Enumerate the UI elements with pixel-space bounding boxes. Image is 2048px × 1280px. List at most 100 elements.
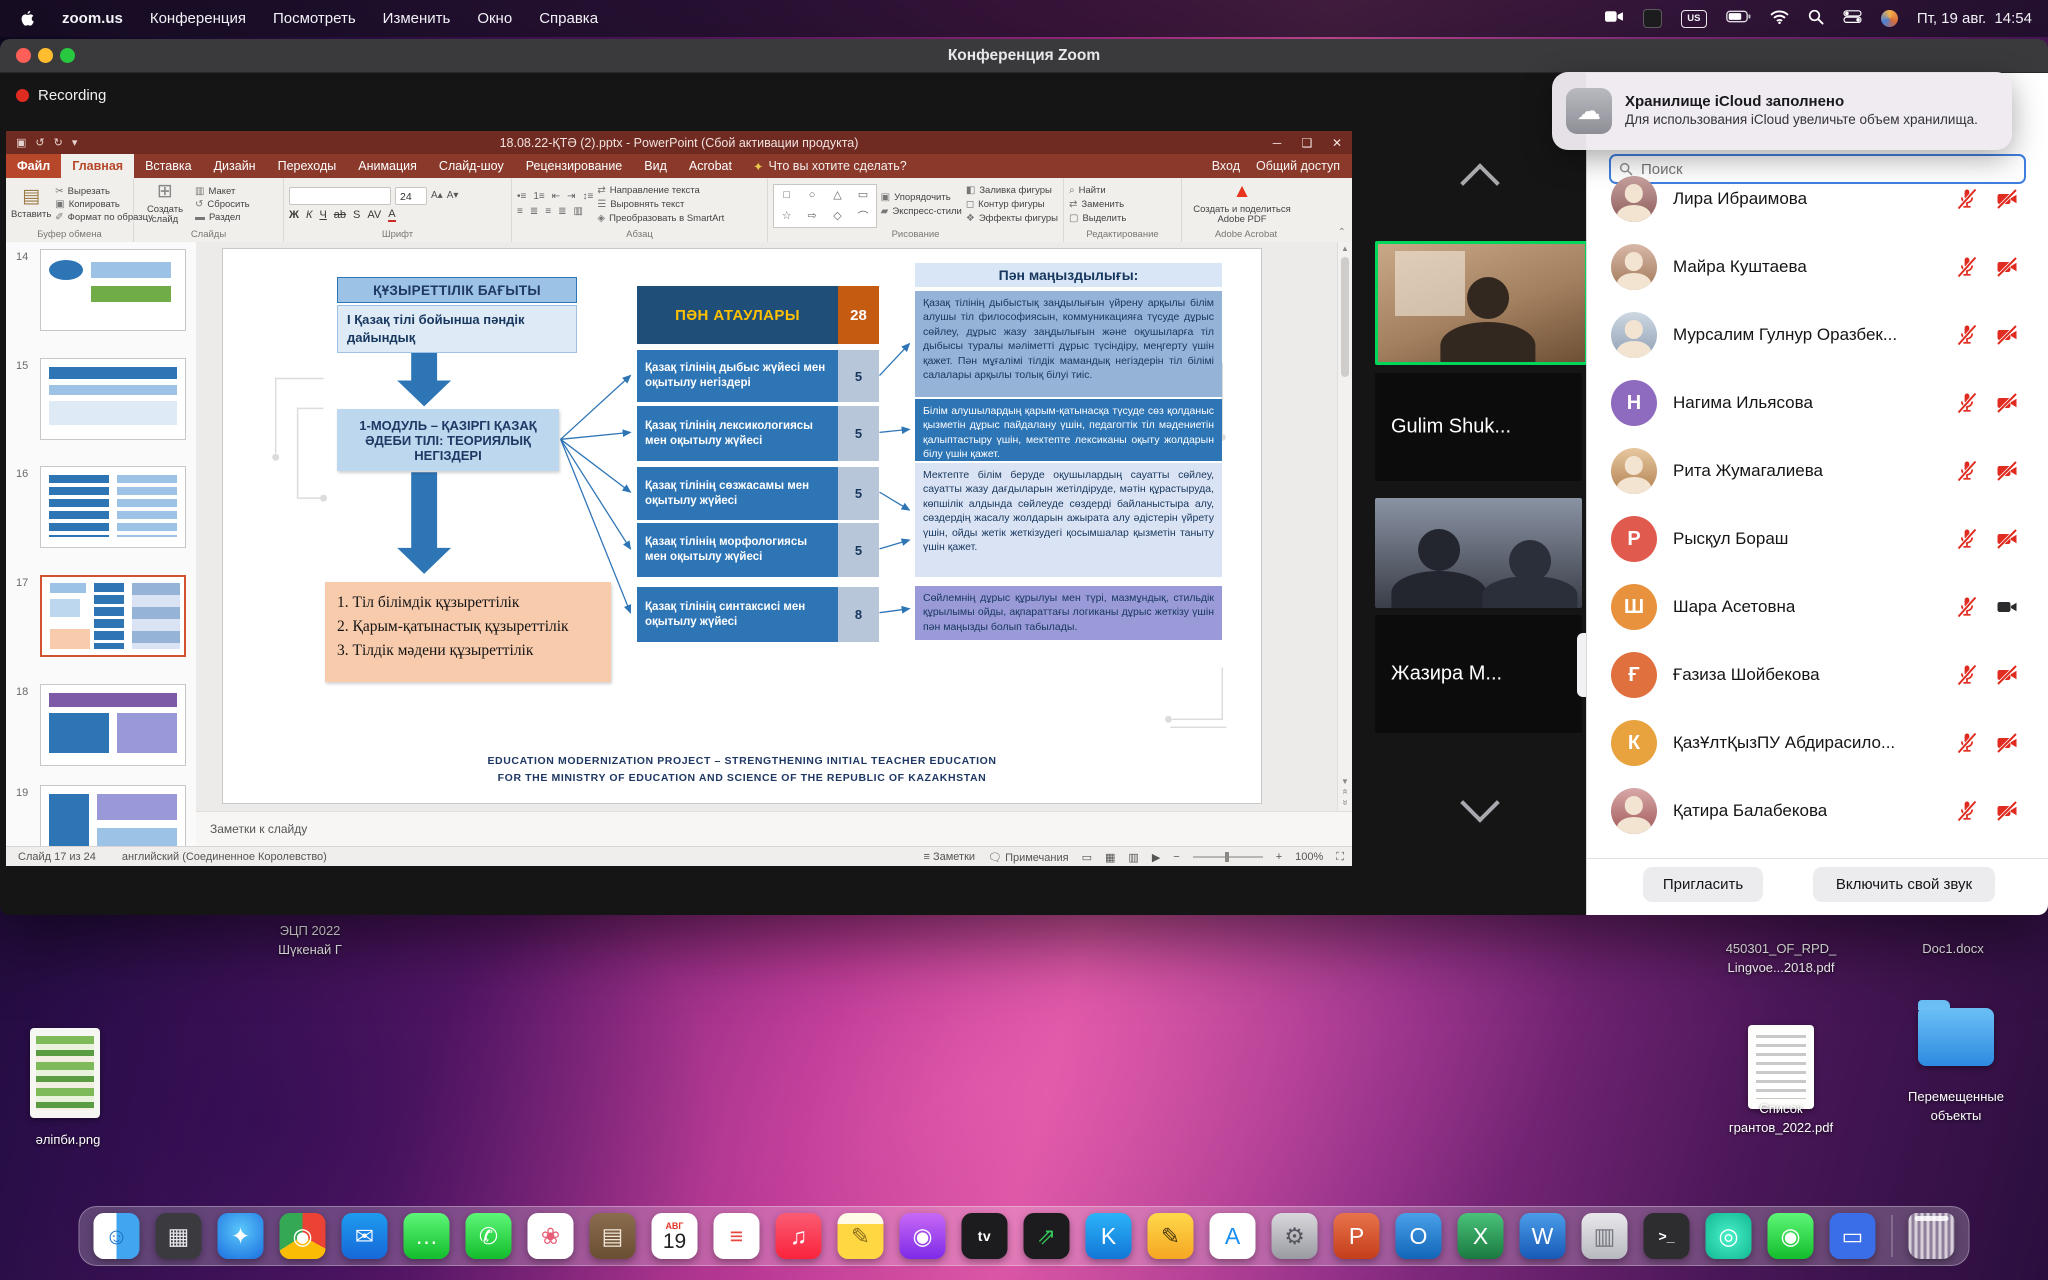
camera-off-icon[interactable]	[1995, 323, 2019, 347]
dock-appletv-icon[interactable]: tv	[962, 1213, 1008, 1259]
ppt-close-button[interactable]: ✕	[1322, 136, 1352, 150]
zoom-out-icon[interactable]: −	[1173, 851, 1179, 863]
new-slide-button[interactable]: ⊞Создать слайд	[139, 181, 191, 227]
icloud-notification[interactable]: ☁ Хранилище iCloud заполнено Для использ…	[1552, 72, 2012, 150]
align-right-button[interactable]: ≡	[545, 206, 551, 217]
dock-contacts-icon[interactable]: ▤	[590, 1213, 636, 1259]
indent-decrease-button[interactable]: ⇤	[552, 191, 560, 202]
dock-excel-icon[interactable]: X	[1458, 1213, 1504, 1259]
signin-button[interactable]: Вход	[1212, 159, 1240, 173]
dock-podcasts-icon[interactable]: ◉	[900, 1213, 946, 1259]
unmute-button[interactable]: Включить свой звук	[1813, 867, 1995, 902]
slide-thumbnail-14[interactable]	[40, 249, 186, 331]
scroll-down-icon[interactable]: ▼	[1341, 777, 1349, 786]
dock-chrome-icon[interactable]: ◉	[280, 1213, 326, 1259]
slideshow-icon[interactable]: ▶	[1152, 851, 1160, 864]
mic-muted-icon[interactable]	[1955, 187, 1979, 211]
video-tile-gulim[interactable]: Gulim Shuk...	[1375, 373, 1582, 481]
camera-off-icon[interactable]	[1995, 799, 2019, 823]
slide-thumbnail-17-selected[interactable]	[40, 575, 186, 657]
dock-outlook-icon[interactable]: O	[1396, 1213, 1442, 1259]
bullets-button[interactable]: •≡	[517, 191, 526, 202]
notes-toggle-button[interactable]: ≡ Заметки	[923, 851, 975, 863]
reset-button[interactable]: ↺Сбросить	[195, 199, 250, 210]
participant-row[interactable]: Мурсалим Гулнур Оразбек...	[1587, 301, 2048, 369]
video-camera-status-icon[interactable]	[1605, 10, 1624, 27]
mic-muted-icon[interactable]	[1955, 527, 1979, 551]
menubar-clock[interactable]: Пт, 19 авг. 14:54	[1917, 10, 2032, 27]
gallery-scroll-down-icon[interactable]	[1460, 783, 1500, 823]
mic-muted-icon[interactable]	[1955, 255, 1979, 279]
zoom-percentage[interactable]: 100%	[1295, 851, 1323, 863]
camera-off-icon[interactable]	[1995, 391, 2019, 415]
tab-review[interactable]: Рецензирование	[515, 154, 634, 178]
gallery-scroll-up-icon[interactable]	[1460, 163, 1500, 203]
columns-button[interactable]: ▥	[573, 206, 582, 217]
char-spacing-button[interactable]: AV	[367, 209, 381, 221]
tab-design[interactable]: Дизайн	[203, 154, 267, 178]
layout-button[interactable]: ▥Макет	[195, 186, 250, 197]
arrange-button[interactable]: ▣Упорядочить	[881, 192, 962, 203]
camera-off-icon[interactable]	[1995, 459, 2019, 483]
justify-button[interactable]: ≣	[558, 206, 566, 217]
slide-thumbnail-16[interactable]	[40, 466, 186, 548]
dock-stocks-icon[interactable]: ⇗	[1024, 1213, 1070, 1259]
fit-slide-icon[interactable]: ⛶	[1336, 851, 1344, 864]
save-icon[interactable]: ▣	[16, 136, 26, 149]
participant-row[interactable]: Рита Жумагалиева	[1587, 437, 2048, 505]
desktop-image-alippi-label[interactable]: әліпби.png	[8, 1131, 128, 1150]
dock-music-icon[interactable]: ♫	[776, 1213, 822, 1259]
line-spacing-button[interactable]: ↕≡	[583, 191, 594, 202]
mic-muted-icon[interactable]	[1955, 595, 1979, 619]
smartart-button[interactable]: ◈Преобразовать в SmartArt	[597, 213, 724, 224]
dock-appstore-icon[interactable]: A	[1210, 1213, 1256, 1259]
dock-mail-icon[interactable]: ✉	[342, 1213, 388, 1259]
dock-camera-app-icon[interactable]: ◉	[1768, 1213, 1814, 1259]
participant-row[interactable]: Қатира Балабекова	[1587, 777, 2048, 845]
scrollbar-thumb[interactable]	[1341, 257, 1349, 377]
qat-customize-icon[interactable]: ▾	[72, 136, 78, 149]
dock-settings-icon[interactable]: ⚙	[1272, 1213, 1318, 1259]
dock-messages-icon[interactable]: …	[404, 1213, 450, 1259]
dock-finder-icon[interactable]: ☺	[94, 1213, 140, 1259]
mic-muted-icon[interactable]	[1955, 663, 1979, 687]
undo-icon[interactable]: ↺	[35, 136, 44, 149]
video-tile-camera[interactable]	[1375, 498, 1582, 608]
menu-edit[interactable]: Изменить	[383, 10, 451, 27]
text-shadow-button[interactable]: S	[353, 209, 360, 221]
font-color-button[interactable]: А	[388, 209, 395, 222]
language-indicator[interactable]: английский (Соединенное Королевство)	[122, 851, 327, 863]
strikethrough-button[interactable]: ab	[334, 209, 346, 221]
grow-font-icon[interactable]: A▴	[431, 190, 443, 201]
select-button[interactable]: ▢Выделить	[1069, 213, 1126, 224]
tab-animations[interactable]: Анимация	[347, 154, 428, 178]
next-slide-button[interactable]: »	[1340, 800, 1351, 806]
align-left-button[interactable]: ≡	[517, 206, 523, 217]
dock-facetime-icon[interactable]: ✆	[466, 1213, 512, 1259]
quick-access-toolbar[interactable]: ▣ ↺ ↻ ▾	[6, 136, 77, 149]
notes-pane[interactable]: Заметки к слайду	[196, 811, 1352, 846]
participant-row[interactable]: Лира Ибраимова	[1587, 165, 2048, 233]
section-button[interactable]: ▬Раздел	[195, 212, 250, 223]
shape-effects-button[interactable]: ❖Эффекты фигуры	[966, 213, 1058, 224]
control-center-icon[interactable]	[1843, 10, 1862, 27]
desktop-image-alippi-icon[interactable]	[30, 1028, 100, 1118]
align-text-button[interactable]: ☰Выровнять текст	[597, 199, 724, 210]
desktop-folder-moved-label[interactable]: Перемещенныеобъекты	[1876, 1088, 2036, 1126]
menu-view[interactable]: Посмотреть	[273, 10, 356, 27]
desktop-file-rpd-pdf[interactable]: 450301_OF_RPD_Lingvoe...2018.pdf	[1671, 940, 1891, 978]
participant-row[interactable]: Ғ Ғазиза Шойбекова	[1587, 641, 2048, 709]
dock-calendar-icon[interactable]: АВГ19	[652, 1213, 698, 1259]
comments-toggle-button[interactable]: 🗨 Примечания	[988, 851, 1069, 864]
menu-help[interactable]: Справка	[539, 10, 598, 27]
mic-muted-icon[interactable]	[1955, 391, 1979, 415]
ppt-restore-button[interactable]: ❑	[1292, 136, 1322, 150]
mic-muted-icon[interactable]	[1955, 731, 1979, 755]
bold-button[interactable]: Ж	[289, 209, 299, 221]
font-size-combo[interactable]: 24	[395, 187, 427, 205]
invite-button[interactable]: Пригласить	[1643, 867, 1763, 902]
participant-row[interactable]: Ш Шара Асетовна	[1587, 573, 2048, 641]
collapse-ribbon-icon[interactable]: ⌃	[1338, 227, 1346, 238]
tab-insert[interactable]: Вставка	[134, 154, 202, 178]
scroll-up-icon[interactable]: ▲	[1341, 244, 1349, 253]
